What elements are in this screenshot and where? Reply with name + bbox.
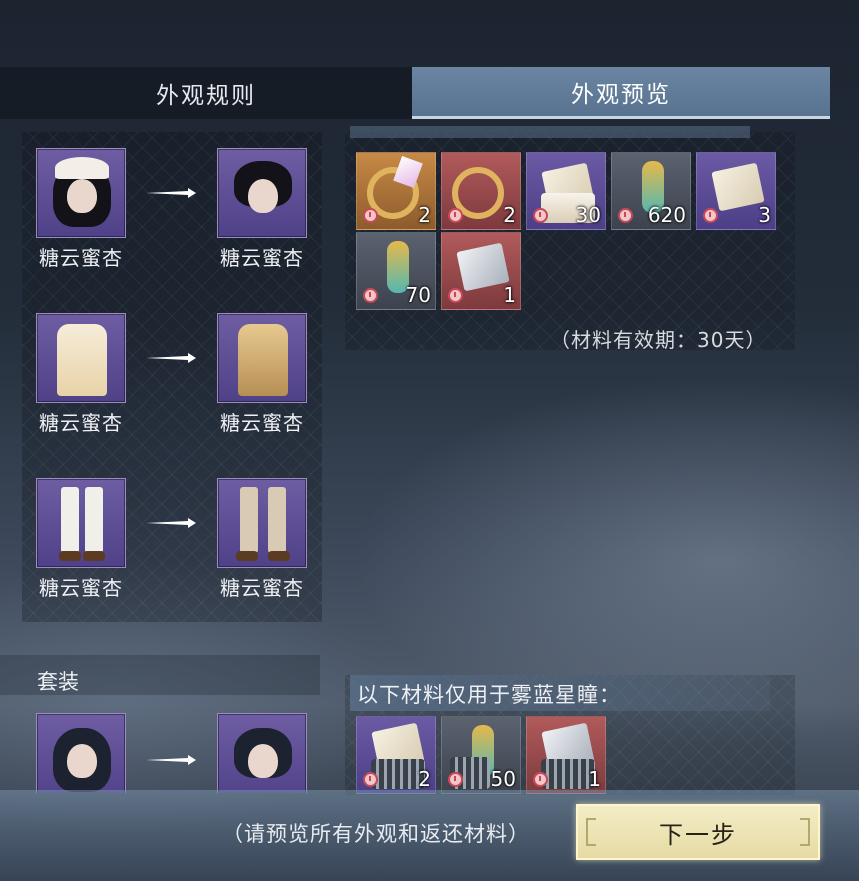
material-item[interactable]: 1 — [441, 232, 521, 310]
source-item-name: 糖云蜜杏 — [39, 411, 123, 435]
suit-materials-note: 以下材料仅用于雾蓝星瞳： — [357, 683, 621, 707]
source-head-slot[interactable] — [36, 148, 126, 238]
target-item-name: 糖云蜜杏 — [220, 246, 304, 270]
clock-icon — [363, 208, 378, 223]
cloth-material-icon — [711, 162, 765, 212]
target-item-name: 糖云蜜杏 — [220, 576, 304, 600]
material-item[interactable]: 3 — [696, 152, 776, 230]
source-item-name: 糖云蜜杏 — [39, 246, 123, 270]
next-step-button[interactable]: 下一步 — [576, 804, 820, 860]
material-item[interactable]: 2 — [356, 152, 436, 230]
gold-outfit-art — [238, 324, 288, 396]
conversion-row-head: 糖云蜜杏 糖云蜜杏 — [36, 148, 308, 283]
clock-icon — [448, 208, 463, 223]
appearance-preview-screen: 外观规则 外观预览 糖云蜜杏 糖云蜜杏 糖云蜜杏 糖云蜜杏 糖云蜜杏 糖云蜜杏 … — [0, 0, 859, 881]
target-outfit-slot[interactable] — [217, 313, 307, 403]
clock-icon — [448, 288, 463, 303]
pant-leg-art — [85, 487, 103, 553]
item-quantity: 2 — [503, 203, 516, 227]
preview-hint-text: （请预览所有外观和返还材料） — [222, 822, 530, 846]
face-art — [67, 179, 97, 213]
tab-appearance-preview[interactable]: 外观预览 — [412, 67, 830, 119]
clock-icon — [363, 288, 378, 303]
pant-leg-art — [268, 487, 286, 553]
item-quantity: 2 — [418, 767, 431, 791]
button-ornament — [800, 818, 810, 846]
clock-icon — [363, 772, 378, 787]
material-item[interactable]: 30 — [526, 152, 606, 230]
item-quantity: 1 — [588, 767, 601, 791]
item-quantity: 30 — [575, 203, 601, 227]
arrow-right-icon — [146, 518, 196, 528]
pant-leg-art — [240, 487, 258, 553]
source-pants-slot[interactable] — [36, 478, 126, 568]
tab-appearance-rules[interactable]: 外观规则 — [0, 67, 412, 119]
arrow-right-icon — [146, 188, 196, 198]
clock-icon — [448, 772, 463, 787]
button-ornament — [586, 818, 596, 846]
face-art — [67, 744, 97, 778]
next-step-label: 下一步 — [659, 820, 737, 849]
white-outfit-art — [57, 324, 107, 396]
item-quantity: 3 — [758, 203, 771, 227]
source-item-name: 糖云蜜杏 — [39, 576, 123, 600]
item-quantity: 50 — [490, 767, 516, 791]
target-head-slot[interactable] — [217, 148, 307, 238]
source-outfit-slot[interactable] — [36, 313, 126, 403]
item-quantity: 2 — [418, 203, 431, 227]
face-art — [248, 179, 278, 213]
material-item[interactable]: 70 — [356, 232, 436, 310]
material-item[interactable]: 1 — [526, 716, 606, 794]
arrow-right-icon — [146, 353, 196, 363]
material-validity-text: （材料有效期：30天） — [550, 328, 767, 352]
fabric-art — [541, 759, 595, 789]
conversion-row-outfit: 糖云蜜杏 糖云蜜杏 — [36, 313, 308, 448]
clock-icon — [703, 208, 718, 223]
material-item[interactable]: 2 — [356, 716, 436, 794]
clock-icon — [618, 208, 633, 223]
cloth-material-icon — [456, 242, 510, 292]
shoe-art — [59, 551, 81, 561]
pant-leg-art — [61, 487, 79, 553]
target-item-name: 糖云蜜杏 — [220, 411, 304, 435]
source-suit-slot[interactable] — [36, 713, 126, 793]
material-item[interactable]: 50 — [441, 716, 521, 794]
clock-icon — [533, 208, 548, 223]
conversion-row-suit — [36, 713, 308, 793]
face-art — [248, 744, 278, 778]
item-quantity: 1 — [503, 283, 516, 307]
fabric-art — [371, 759, 425, 789]
shoe-art — [236, 551, 258, 561]
white-hat-art — [55, 157, 109, 179]
material-item[interactable]: 2 — [441, 152, 521, 230]
target-suit-slot[interactable] — [217, 713, 307, 793]
shoe-art — [268, 551, 290, 561]
item-quantity: 620 — [647, 203, 686, 227]
suit-title: 套装 — [37, 670, 79, 694]
arrow-right-icon — [146, 755, 196, 765]
tab-bar: 外观规则 外观预览 — [0, 67, 830, 119]
target-pants-slot[interactable] — [217, 478, 307, 568]
clock-icon — [533, 772, 548, 787]
panel-header-strip — [350, 126, 750, 138]
conversion-row-pants: 糖云蜜杏 糖云蜜杏 — [36, 478, 308, 613]
shoe-art — [83, 551, 105, 561]
material-item[interactable]: 620 — [611, 152, 691, 230]
item-quantity: 70 — [405, 283, 431, 307]
